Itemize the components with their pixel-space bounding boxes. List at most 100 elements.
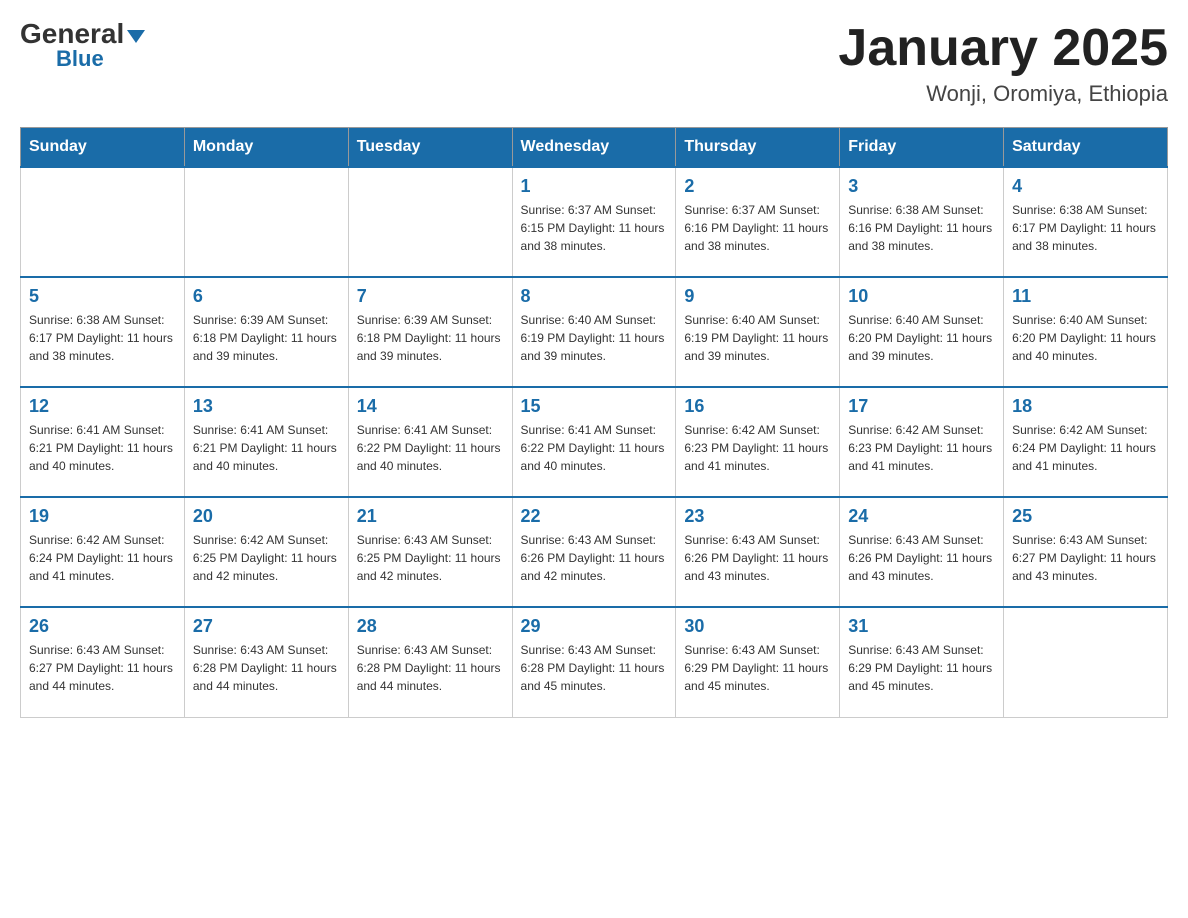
day-number: 18	[1012, 396, 1159, 417]
calendar-cell: 18 Sunrise: 6:42 AM Sunset: 6:24 PM Dayli…	[1004, 387, 1168, 497]
calendar-cell: 2 Sunrise: 6:37 AM Sunset: 6:16 PM Daylig…	[676, 167, 840, 277]
calendar-cell: 24 Sunrise: 6:43 AM Sunset: 6:26 PM Dayli…	[840, 497, 1004, 607]
day-number: 5	[29, 286, 176, 307]
day-number: 15	[521, 396, 668, 417]
col-thursday: Thursday	[676, 128, 840, 168]
calendar-week-row-3: 12 Sunrise: 6:41 AM Sunset: 6:21 PM Dayli…	[21, 387, 1168, 497]
day-info: Sunrise: 6:39 AM Sunset: 6:18 PM Dayligh…	[193, 311, 340, 365]
calendar-cell	[184, 167, 348, 277]
calendar-cell: 27Sunrise: 6:43 AM Sunset: 6:28 PM Dayli…	[184, 607, 348, 717]
day-info: Sunrise: 6:43 AM Sunset: 6:25 PM Dayligh…	[357, 531, 504, 585]
calendar-cell: 7Sunrise: 6:39 AM Sunset: 6:18 PM Daylig…	[348, 277, 512, 387]
calendar-cell: 25Sunrise: 6:43 AM Sunset: 6:27 PM Dayli…	[1004, 497, 1168, 607]
day-number: 27	[193, 616, 340, 637]
day-number: 28	[357, 616, 504, 637]
page-header: General Blue January 2025 Wonji, Oromiya…	[20, 20, 1168, 107]
calendar-cell: 5 Sunrise: 6:38 AM Sunset: 6:17 PM Daylig…	[21, 277, 185, 387]
month-title: January 2025	[838, 20, 1168, 77]
col-sunday: Sunday	[21, 128, 185, 168]
day-number: 21	[357, 506, 504, 527]
calendar-cell: 12 Sunrise: 6:41 AM Sunset: 6:21 PM Dayli…	[21, 387, 185, 497]
logo-blue-text: Blue	[56, 48, 104, 70]
day-info: Sunrise: 6:40 AM Sunset: 6:20 PM Dayligh…	[848, 311, 995, 365]
calendar-cell: 28 Sunrise: 6:43 AM Sunset: 6:28 PM Dayli…	[348, 607, 512, 717]
day-info: Sunrise: 6:37 AM Sunset: 6:15 PM Dayligh…	[521, 201, 668, 255]
col-tuesday: Tuesday	[348, 128, 512, 168]
day-info: Sunrise: 6:41 AM Sunset: 6:21 PM Dayligh…	[193, 421, 340, 475]
day-info: Sunrise: 6:43 AM Sunset: 6:26 PM Dayligh…	[684, 531, 831, 585]
day-info: Sunrise: 6:42 AM Sunset: 6:23 PM Dayligh…	[848, 421, 995, 475]
calendar-cell: 29 Sunrise: 6:43 AM Sunset: 6:28 PM Dayli…	[512, 607, 676, 717]
title-section: January 2025 Wonji, Oromiya, Ethiopia	[838, 20, 1168, 107]
day-info: Sunrise: 6:38 AM Sunset: 6:17 PM Dayligh…	[1012, 201, 1159, 255]
calendar-cell	[21, 167, 185, 277]
day-number: 23	[684, 506, 831, 527]
day-number: 1	[521, 176, 668, 197]
day-number: 16	[684, 396, 831, 417]
day-number: 22	[521, 506, 668, 527]
calendar-cell: 26Sunrise: 6:43 AM Sunset: 6:27 PM Dayli…	[21, 607, 185, 717]
col-monday: Monday	[184, 128, 348, 168]
calendar-cell: 22Sunrise: 6:43 AM Sunset: 6:26 PM Dayli…	[512, 497, 676, 607]
day-number: 24	[848, 506, 995, 527]
day-number: 4	[1012, 176, 1159, 197]
day-number: 10	[848, 286, 995, 307]
day-number: 2	[684, 176, 831, 197]
calendar-cell: 23 Sunrise: 6:43 AM Sunset: 6:26 PM Dayli…	[676, 497, 840, 607]
day-number: 9	[684, 286, 831, 307]
day-info: Sunrise: 6:41 AM Sunset: 6:21 PM Dayligh…	[29, 421, 176, 475]
calendar-week-row-2: 5 Sunrise: 6:38 AM Sunset: 6:17 PM Daylig…	[21, 277, 1168, 387]
day-info: Sunrise: 6:43 AM Sunset: 6:27 PM Dayligh…	[1012, 531, 1159, 585]
day-info: Sunrise: 6:43 AM Sunset: 6:28 PM Dayligh…	[521, 641, 668, 695]
day-number: 14	[357, 396, 504, 417]
calendar-cell: 8 Sunrise: 6:40 AM Sunset: 6:19 PM Daylig…	[512, 277, 676, 387]
calendar-cell	[1004, 607, 1168, 717]
day-info: Sunrise: 6:40 AM Sunset: 6:20 PM Dayligh…	[1012, 311, 1159, 365]
day-number: 6	[193, 286, 340, 307]
day-info: Sunrise: 6:37 AM Sunset: 6:16 PM Dayligh…	[684, 201, 831, 255]
calendar-cell: 16Sunrise: 6:42 AM Sunset: 6:23 PM Dayli…	[676, 387, 840, 497]
calendar-cell: 1 Sunrise: 6:37 AM Sunset: 6:15 PM Daylig…	[512, 167, 676, 277]
day-number: 20	[193, 506, 340, 527]
col-saturday: Saturday	[1004, 128, 1168, 168]
calendar-cell: 31 Sunrise: 6:43 AM Sunset: 6:29 PM Dayli…	[840, 607, 1004, 717]
logo-triangle-icon	[127, 30, 145, 43]
day-number: 29	[521, 616, 668, 637]
col-wednesday: Wednesday	[512, 128, 676, 168]
calendar-week-row-1: 1 Sunrise: 6:37 AM Sunset: 6:15 PM Daylig…	[21, 167, 1168, 277]
calendar-header-row: Sunday Monday Tuesday Wednesday Thursday…	[21, 128, 1168, 168]
day-number: 17	[848, 396, 995, 417]
day-info: Sunrise: 6:42 AM Sunset: 6:25 PM Dayligh…	[193, 531, 340, 585]
day-number: 12	[29, 396, 176, 417]
day-number: 13	[193, 396, 340, 417]
day-info: Sunrise: 6:43 AM Sunset: 6:29 PM Dayligh…	[848, 641, 995, 695]
calendar-cell: 6 Sunrise: 6:39 AM Sunset: 6:18 PM Daylig…	[184, 277, 348, 387]
day-number: 3	[848, 176, 995, 197]
calendar-cell: 21 Sunrise: 6:43 AM Sunset: 6:25 PM Dayli…	[348, 497, 512, 607]
day-info: Sunrise: 6:42 AM Sunset: 6:24 PM Dayligh…	[1012, 421, 1159, 475]
day-info: Sunrise: 6:43 AM Sunset: 6:29 PM Dayligh…	[684, 641, 831, 695]
calendar-cell: 9Sunrise: 6:40 AM Sunset: 6:19 PM Daylig…	[676, 277, 840, 387]
day-info: Sunrise: 6:38 AM Sunset: 6:16 PM Dayligh…	[848, 201, 995, 255]
day-info: Sunrise: 6:43 AM Sunset: 6:26 PM Dayligh…	[848, 531, 995, 585]
calendar-cell: 3 Sunrise: 6:38 AM Sunset: 6:16 PM Daylig…	[840, 167, 1004, 277]
calendar-cell	[348, 167, 512, 277]
day-info: Sunrise: 6:42 AM Sunset: 6:24 PM Dayligh…	[29, 531, 176, 585]
logo-general-text: General	[20, 20, 124, 48]
day-number: 11	[1012, 286, 1159, 307]
day-info: Sunrise: 6:38 AM Sunset: 6:17 PM Dayligh…	[29, 311, 176, 365]
day-number: 31	[848, 616, 995, 637]
calendar-week-row-4: 19Sunrise: 6:42 AM Sunset: 6:24 PM Dayli…	[21, 497, 1168, 607]
calendar-week-row-5: 26Sunrise: 6:43 AM Sunset: 6:27 PM Dayli…	[21, 607, 1168, 717]
day-number: 26	[29, 616, 176, 637]
calendar-cell: 11 Sunrise: 6:40 AM Sunset: 6:20 PM Dayli…	[1004, 277, 1168, 387]
calendar-cell: 10 Sunrise: 6:40 AM Sunset: 6:20 PM Dayli…	[840, 277, 1004, 387]
day-info: Sunrise: 6:40 AM Sunset: 6:19 PM Dayligh…	[521, 311, 668, 365]
calendar-cell: 4 Sunrise: 6:38 AM Sunset: 6:17 PM Daylig…	[1004, 167, 1168, 277]
day-number: 8	[521, 286, 668, 307]
col-friday: Friday	[840, 128, 1004, 168]
location-title: Wonji, Oromiya, Ethiopia	[838, 81, 1168, 107]
day-info: Sunrise: 6:43 AM Sunset: 6:28 PM Dayligh…	[357, 641, 504, 695]
calendar-cell: 30Sunrise: 6:43 AM Sunset: 6:29 PM Dayli…	[676, 607, 840, 717]
day-number: 7	[357, 286, 504, 307]
